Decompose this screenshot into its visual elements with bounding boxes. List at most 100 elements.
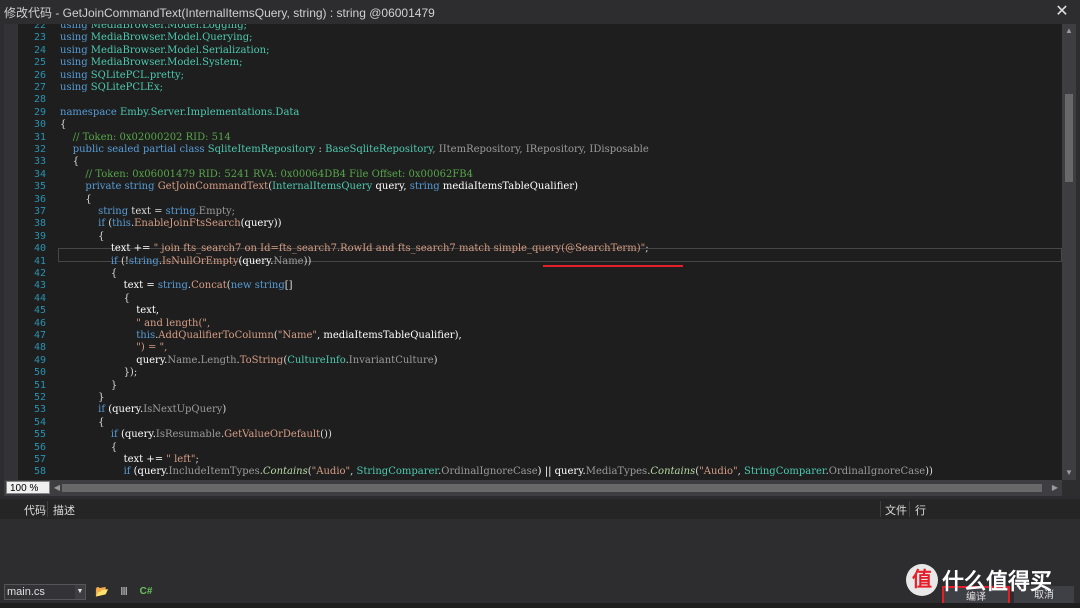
line-number: 58 <box>33 466 46 478</box>
code-line[interactable]: { <box>60 118 66 131</box>
code-token: "Name" <box>277 330 318 341</box>
code-token: ToString <box>239 354 284 366</box>
code-line[interactable]: if (!string.IsNullOrEmpty(query.Name)) <box>60 255 312 268</box>
line-number: 41 <box>33 255 46 267</box>
code-token: Name <box>167 354 198 366</box>
code-text-area[interactable]: using MediaBrowser.Model.Logging; using M… <box>60 24 1058 480</box>
line-number: 44 <box>33 292 46 304</box>
code-token: using <box>60 69 91 81</box>
code-token: OrdinalIgnoreCase <box>828 466 926 478</box>
code-line[interactable]: } <box>60 379 117 392</box>
close-button[interactable]: ✕ <box>1052 2 1072 22</box>
code-token: (query. <box>238 255 274 267</box>
code-token: [] <box>284 280 293 292</box>
code-token: , IItemRepository, IRepository, IDisposa… <box>432 144 649 155</box>
column-divider <box>47 501 48 517</box>
code-line[interactable]: { <box>60 267 117 280</box>
code-line[interactable]: using MediaBrowser.Model.Serialization; <box>60 44 269 57</box>
code-line[interactable]: " and length(", <box>60 317 210 330</box>
code-line[interactable]: { <box>60 441 117 454</box>
code-token: SQLitePCL.pretty; <box>90 69 184 81</box>
red-underline-annotation <box>543 265 683 267</box>
column-divider <box>909 501 910 517</box>
code-line[interactable]: public sealed partial class SqliteItemRe… <box>60 143 649 156</box>
code-token: )) <box>303 255 312 267</box>
code-line[interactable]: this.AddQualifierToColumn("Name", mediaI… <box>60 329 462 342</box>
code-token: using <box>60 32 91 44</box>
watermark: 值 什么值得买 <box>906 558 1076 602</box>
code-line[interactable]: using SQLitePCL.pretty; <box>60 69 184 82</box>
code-line[interactable]: { <box>60 416 104 429</box>
line-number: 40 <box>33 243 46 255</box>
code-line[interactable]: using SQLitePCLEx; <box>60 81 163 94</box>
code-token: MediaBrowser.Model.Querying; <box>90 32 253 44</box>
code-token: , mediaItemsTableQualifier), <box>317 330 462 341</box>
line-number: 25 <box>33 57 46 69</box>
line-number: 43 <box>33 280 46 292</box>
code-line[interactable]: }); <box>60 366 138 379</box>
code-token: } <box>60 392 105 403</box>
code-line[interactable]: if (this.EnableJoinFtsSearch(query)) <box>60 217 281 230</box>
code-line[interactable]: using MediaBrowser.Model.System; <box>60 56 243 69</box>
code-token: InternalItemsQuery <box>272 181 373 193</box>
code-line[interactable]: ") = ", <box>60 341 167 354</box>
column-header-line[interactable]: 行 <box>915 502 926 518</box>
code-token: IncludeItemTypes <box>168 466 260 478</box>
horizontal-scrollbar[interactable]: 100 % ◀ ▶ <box>4 480 1062 496</box>
scroll-up-icon[interactable]: ▲ <box>1062 26 1076 36</box>
code-token: query. <box>60 354 168 366</box>
column-header-code[interactable]: 代码 <box>24 502 46 518</box>
scroll-right-icon[interactable]: ▶ <box>1048 483 1062 493</box>
horizontal-scroll-thumb[interactable] <box>62 484 1042 492</box>
code-token: (query. <box>108 404 144 416</box>
chevron-down-icon[interactable]: ▼ <box>75 585 85 599</box>
code-line[interactable]: text += " left"; <box>60 453 199 466</box>
code-token: string <box>165 206 196 217</box>
file-selector[interactable]: main.cs ▼ <box>4 584 86 600</box>
code-line[interactable]: text += " join fts_search7 on Id=fts_sea… <box>60 242 649 255</box>
code-line[interactable]: } <box>60 391 105 404</box>
column-header-description[interactable]: 描述 <box>53 502 75 518</box>
code-token: Concat <box>191 280 227 292</box>
code-line[interactable]: using MediaBrowser.Model.Querying; <box>60 31 253 44</box>
library-icon[interactable]: Ⅲ <box>116 585 132 599</box>
code-line[interactable]: if (query.IncludeItemTypes.Contains("Aud… <box>60 465 933 478</box>
vertical-scroll-thumb[interactable] <box>1065 94 1073 182</box>
line-number: 52 <box>33 392 46 403</box>
code-line[interactable]: if (query.IsNextUpQuery) <box>60 403 226 416</box>
code-editor[interactable]: 22 23 24 25 26 27 28 29 30 31 32 33 34 35 36 37 38 39 40 41… <box>4 24 1062 480</box>
open-folder-icon[interactable]: 📂 <box>94 585 110 599</box>
code-line[interactable]: { <box>60 292 130 305</box>
csharp-language-icon[interactable]: C# <box>138 585 154 599</box>
line-number: 38 <box>33 218 46 230</box>
brand-logo-icon: 值 <box>906 564 938 596</box>
code-line[interactable]: { <box>60 193 91 206</box>
code-token: using <box>60 24 91 31</box>
line-number: 51 <box>33 379 46 391</box>
code-line[interactable]: if (query.IsResumable.GetValueOrDefault(… <box>60 428 332 441</box>
code-token: MediaBrowser.Model.Serialization; <box>90 44 270 56</box>
code-token: InvariantCulture <box>348 354 434 366</box>
error-list-header: 代码 描述 文件 行 <box>0 499 1080 519</box>
column-header-file[interactable]: 文件 <box>885 502 907 518</box>
code-line[interactable]: // Token: 0x02000202 RID: 514 <box>60 131 231 144</box>
zoom-select[interactable]: 100 % <box>6 481 50 494</box>
code-token: " join fts_search7 on Id=fts_search7.Row… <box>153 243 646 255</box>
scroll-down-icon[interactable]: ▼ <box>1062 468 1076 478</box>
code-line[interactable]: { <box>60 155 79 168</box>
code-line[interactable]: query.Name.Length.ToString(CultureInfo.I… <box>60 354 437 367</box>
line-number: 57 <box>33 454 46 465</box>
line-number: 27 <box>33 82 46 93</box>
code-line[interactable]: string text = string.Empty; <box>60 205 235 218</box>
code-line[interactable]: { <box>60 230 104 243</box>
line-number: 46 <box>33 317 46 329</box>
code-token: if <box>60 466 134 478</box>
code-line[interactable]: namespace Emby.Server.Implementations.Da… <box>60 106 299 119</box>
code-token: ; <box>195 454 199 465</box>
code-line[interactable]: text = string.Concat(new string[] <box>60 279 293 292</box>
code-line[interactable]: text, <box>60 304 159 317</box>
code-line[interactable]: // Token: 0x06001479 RID: 5241 RVA: 0x00… <box>60 168 473 181</box>
line-number: 34 <box>33 168 46 180</box>
code-line[interactable]: private string GetJoinCommandText(Intern… <box>60 180 578 193</box>
vertical-scrollbar[interactable]: ▲ ▼ <box>1062 24 1076 480</box>
